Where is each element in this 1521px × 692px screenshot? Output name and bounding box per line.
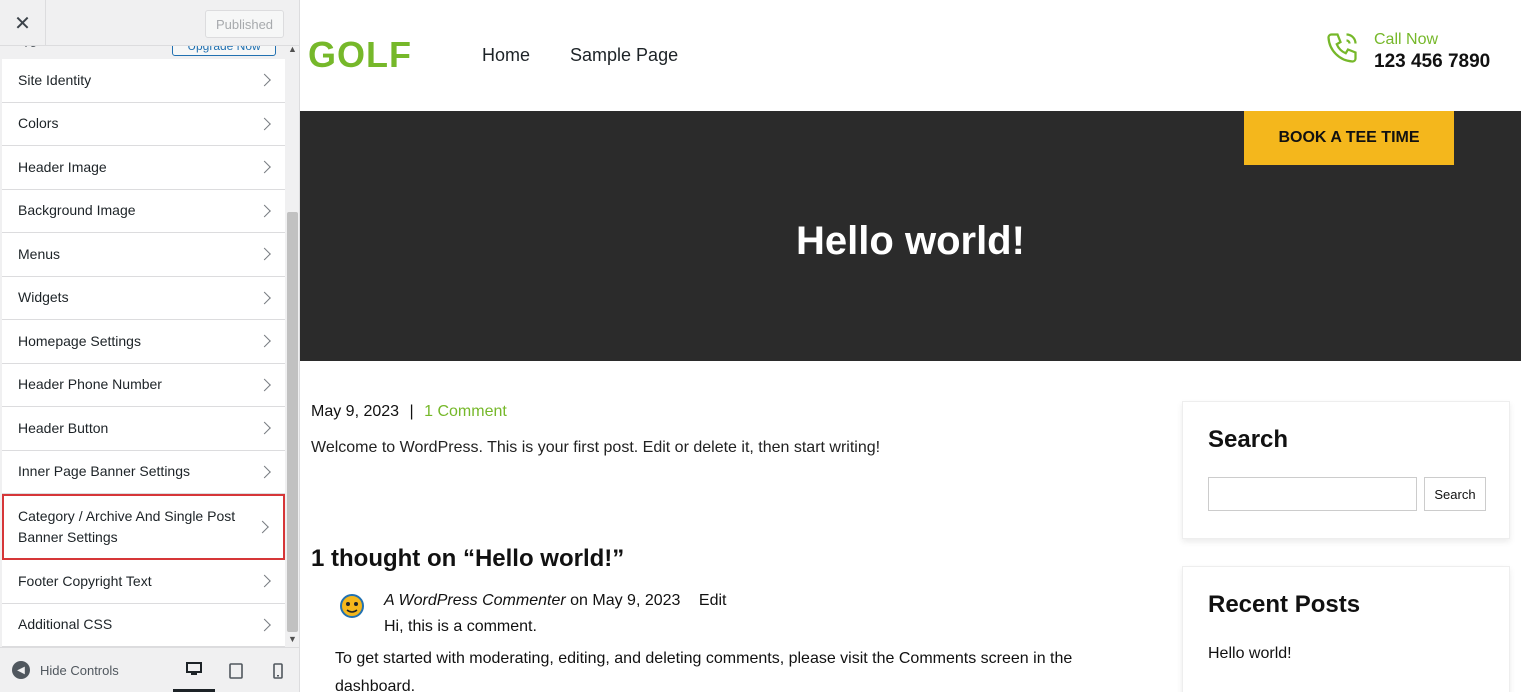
section-additional-css[interactable]: Additional CSS — [2, 603, 285, 647]
section-header-button[interactable]: Header Button — [2, 407, 285, 451]
comment-on-word: on — [570, 592, 588, 609]
chevron-right-icon — [258, 378, 271, 392]
logo-text: GOLF — [308, 34, 412, 75]
section-label: Category / Archive And Single Post Banne… — [18, 508, 236, 545]
section-label: Header Button — [18, 419, 109, 436]
section-label: Inner Page Banner Settings — [18, 463, 191, 480]
recent-posts-title: Recent Posts — [1208, 591, 1361, 618]
hide-controls-button[interactable]: ◀ Hide Controls — [12, 661, 119, 679]
search-widget: Search Search — [1182, 401, 1510, 539]
mobile-preview-button[interactable] — [257, 648, 299, 692]
chevron-right-icon — [258, 160, 271, 174]
desktop-preview-button[interactable] — [173, 648, 215, 692]
chevron-right-icon — [258, 291, 271, 305]
page-banner: BOOK A TEE TIME Hello world! — [300, 111, 1521, 361]
search-input[interactable] — [1208, 477, 1417, 511]
chevron-right-icon — [258, 574, 271, 588]
call-now-label: Call Now — [1374, 31, 1439, 48]
comment-text-continued: To get started with moderating, editing,… — [335, 650, 1073, 692]
section-label: Menus — [18, 245, 61, 262]
section-homepage-settings[interactable]: Homepage Settings — [2, 320, 285, 364]
search-button[interactable]: Search — [1424, 477, 1486, 511]
chevron-right-icon — [258, 73, 271, 87]
section-inner-page-banner[interactable]: Inner Page Banner Settings — [2, 450, 285, 494]
chevron-right-icon — [258, 421, 271, 435]
comment-edit-link[interactable]: Edit — [699, 592, 727, 609]
chevron-right-icon — [258, 334, 271, 348]
page-title: Hello world! — [796, 219, 1025, 263]
nav-home[interactable]: Home — [482, 45, 530, 66]
section-header-phone-number[interactable]: Header Phone Number — [2, 363, 285, 407]
nav-sample-page[interactable]: Sample Page — [570, 45, 678, 66]
call-number: 123 456 7890 — [1374, 51, 1491, 72]
site-preview: GOLF Home Sample Page Call Now 123 456 7… — [300, 0, 1521, 692]
section-label: Site Identity — [18, 71, 92, 88]
section-label: Background Image — [18, 202, 136, 219]
site-header: GOLF Home Sample Page Call Now 123 456 7… — [300, 0, 1521, 111]
comment-date[interactable]: May 9, 2023 — [592, 592, 680, 609]
tablet-preview-button[interactable] — [215, 648, 257, 692]
section-colors[interactable]: Colors — [2, 102, 285, 146]
main-nav: Home Sample Page — [482, 45, 678, 66]
section-background-image[interactable]: Background Image — [2, 189, 285, 233]
comments-heading: 1 thought on “Hello world!” — [311, 545, 625, 572]
recent-post-link[interactable]: Hello world! — [1208, 645, 1292, 663]
hide-controls-label: Hide Controls — [40, 662, 119, 678]
chevron-right-icon — [258, 247, 271, 261]
published-button[interactable]: Published — [205, 10, 284, 38]
post-content: Welcome to WordPress. This is your first… — [311, 439, 881, 456]
post-date: May 9, 2023 — [311, 403, 400, 420]
section-label: Header Phone Number — [18, 376, 162, 393]
section-label: Additional CSS — [18, 616, 113, 633]
site-logo[interactable]: GOLF — [308, 34, 412, 76]
chevron-right-icon — [258, 465, 271, 479]
section-header-image[interactable]: Header Image — [2, 146, 285, 190]
call-now-block[interactable]: Call Now 123 456 7890 — [1324, 30, 1490, 74]
scroll-down-arrow-icon[interactable]: ▼ — [287, 634, 298, 644]
meta-separator: | — [409, 403, 414, 420]
comments-link[interactable]: 1 Comment — [424, 403, 507, 420]
scrollbar-thumb[interactable] — [287, 212, 298, 632]
section-footer-copyright[interactable]: Footer Copyright Text — [2, 560, 285, 604]
section-label: Colors — [18, 115, 59, 132]
comment-text: Hi, this is a comment. — [384, 618, 537, 635]
chevron-right-icon — [256, 520, 269, 534]
comment-author[interactable]: A WordPress Commenter — [384, 592, 566, 609]
search-widget-title: Search — [1208, 426, 1289, 453]
customizer-header: ✕ Published — [0, 0, 299, 46]
chevron-right-icon — [258, 204, 271, 218]
desktop-icon — [186, 661, 202, 675]
close-icon[interactable]: ✕ — [0, 0, 46, 46]
section-widgets[interactable]: Widgets — [2, 276, 285, 320]
section-category-archive-banner[interactable]: Category / Archive And Single Post Banne… — [2, 494, 285, 560]
post-meta: May 9, 2023 | 1 Comment — [311, 403, 507, 421]
customizer-section-list: Site Identity Colors Header Image Backgr… — [2, 59, 285, 647]
phone-icon — [1327, 33, 1357, 63]
recent-posts-widget: Recent Posts Hello world! — [1182, 566, 1510, 692]
section-label: Homepage Settings — [18, 332, 141, 349]
chevron-right-icon — [258, 618, 271, 632]
section-label: Widgets — [18, 289, 69, 306]
book-tee-time-button[interactable]: BOOK A TEE TIME — [1244, 111, 1454, 165]
collapse-arrow-icon: ◀ — [12, 661, 30, 679]
comment-meta: A WordPress Commenter on May 9, 2023 Edi… — [384, 592, 726, 610]
commenter-avatar — [340, 594, 364, 618]
customizer-panel: ✕ Published Y5 Upgrade Now Site Identity… — [0, 0, 300, 692]
section-label: Footer Copyright Text — [18, 572, 152, 589]
tablet-icon — [229, 662, 243, 679]
chevron-right-icon — [258, 117, 271, 131]
customizer-footer: ◀ Hide Controls — [0, 647, 299, 692]
mobile-icon — [273, 662, 283, 679]
section-site-identity[interactable]: Site Identity — [2, 59, 285, 103]
section-menus[interactable]: Menus — [2, 233, 285, 277]
section-label: Header Image — [18, 158, 107, 175]
